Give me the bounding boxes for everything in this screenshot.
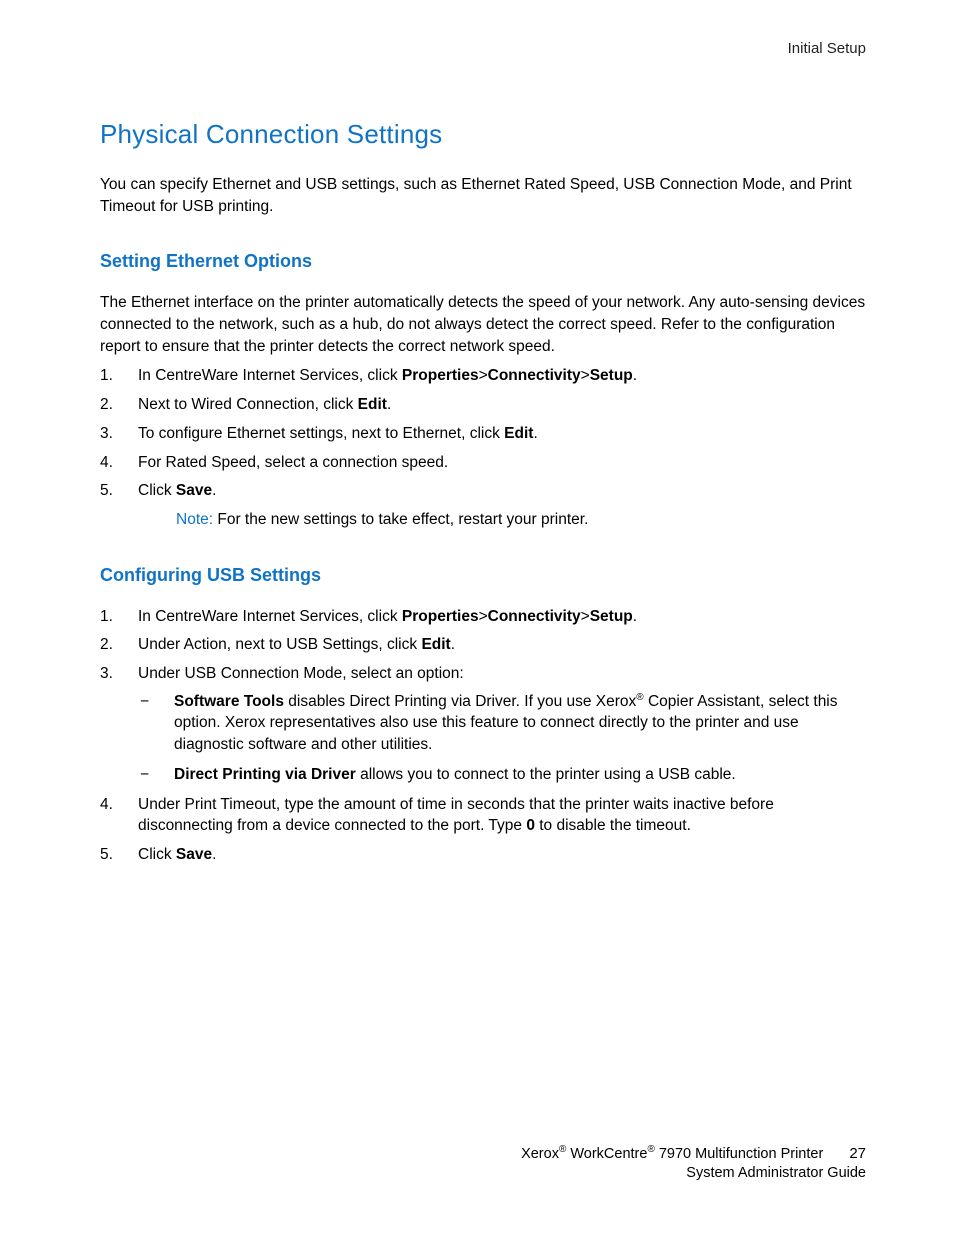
page-footer: Xerox® WorkCentre® 7970 Multifunction Pr… [521, 1143, 866, 1183]
step-bold: Setup [590, 367, 633, 384]
registered-icon: ® [647, 1144, 654, 1155]
footer-model: 7970 Multifunction Printer [655, 1146, 823, 1162]
sub-bold: Direct Printing via Driver [174, 766, 356, 783]
page-title: Physical Connection Settings [100, 119, 866, 150]
list-item: Click Save. [100, 844, 866, 866]
step-text: . [633, 608, 637, 625]
steps-list-ethernet: In CentreWare Internet Services, click P… [100, 365, 866, 530]
sub-list: Software Tools disables Direct Printing … [138, 691, 866, 786]
list-item: Under USB Connection Mode, select an opt… [100, 663, 866, 786]
step-text: For Rated Speed, select a connection spe… [138, 454, 448, 471]
step-text: . [633, 367, 637, 384]
step-text: > [479, 608, 488, 625]
footer-brand: Xerox [521, 1146, 559, 1162]
sub-text: disables Direct Printing via Driver. If … [284, 693, 636, 710]
intro-paragraph: You can specify Ethernet and USB setting… [100, 174, 866, 217]
step-bold: Properties [402, 608, 479, 625]
footer-brand: WorkCentre [566, 1146, 647, 1162]
step-bold: Save [176, 482, 212, 499]
step-text: Click [138, 482, 176, 499]
page-number: 27 [849, 1144, 866, 1164]
steps-list-usb: In CentreWare Internet Services, click P… [100, 606, 866, 866]
step-text: > [479, 367, 488, 384]
registered-icon: ® [636, 692, 643, 703]
step-text: . [451, 636, 455, 653]
step-text: Under USB Connection Mode, select an opt… [138, 665, 464, 682]
sub-text: allows you to connect to the printer usi… [356, 766, 736, 783]
step-bold: Edit [504, 425, 533, 442]
section-heading-ethernet: Setting Ethernet Options [100, 251, 866, 272]
list-item: Next to Wired Connection, click Edit. [100, 394, 866, 416]
footer-line1: Xerox® WorkCentre® 7970 Multifunction Pr… [521, 1143, 823, 1164]
step-text: Click [138, 846, 176, 863]
step-text: In CentreWare Internet Services, click [138, 608, 402, 625]
step-bold: Save [176, 846, 212, 863]
step-text: > [581, 608, 590, 625]
list-item: For Rated Speed, select a connection spe… [100, 452, 866, 474]
step-text: Next to Wired Connection, click [138, 396, 358, 413]
step-text: In CentreWare Internet Services, click [138, 367, 402, 384]
sub-list-item: Software Tools disables Direct Printing … [138, 691, 866, 756]
step-text: . [533, 425, 537, 442]
note-label: Note: [176, 511, 213, 528]
list-item: Under Print Timeout, type the amount of … [100, 794, 866, 837]
step-bold: Properties [402, 367, 479, 384]
section-para-ethernet: The Ethernet interface on the printer au… [100, 292, 866, 357]
step-text: To configure Ethernet settings, next to … [138, 425, 504, 442]
step-text: to disable the timeout. [535, 817, 691, 834]
step-bold: Connectivity [488, 608, 581, 625]
step-text: . [212, 482, 216, 499]
note-text: For the new settings to take effect, res… [213, 511, 588, 528]
step-bold: 0 [526, 817, 535, 834]
section-heading-usb: Configuring USB Settings [100, 565, 866, 586]
note: Note: For the new settings to take effec… [176, 509, 866, 531]
step-bold: Edit [358, 396, 387, 413]
list-item: In CentreWare Internet Services, click P… [100, 365, 866, 387]
sub-bold: Software Tools [174, 693, 284, 710]
step-text: Under Action, next to USB Settings, clic… [138, 636, 421, 653]
breadcrumb: Initial Setup [100, 40, 866, 57]
step-text: > [581, 367, 590, 384]
step-text: . [212, 846, 216, 863]
list-item: Click Save. Note: For the new settings t… [100, 480, 866, 530]
list-item: In CentreWare Internet Services, click P… [100, 606, 866, 628]
step-bold: Setup [590, 608, 633, 625]
footer-line2: System Administrator Guide [521, 1164, 866, 1183]
step-text: . [387, 396, 391, 413]
sub-list-item: Direct Printing via Driver allows you to… [138, 764, 866, 786]
list-item: Under Action, next to USB Settings, clic… [100, 634, 866, 656]
list-item: To configure Ethernet settings, next to … [100, 423, 866, 445]
step-bold: Edit [421, 636, 450, 653]
step-bold: Connectivity [488, 367, 581, 384]
